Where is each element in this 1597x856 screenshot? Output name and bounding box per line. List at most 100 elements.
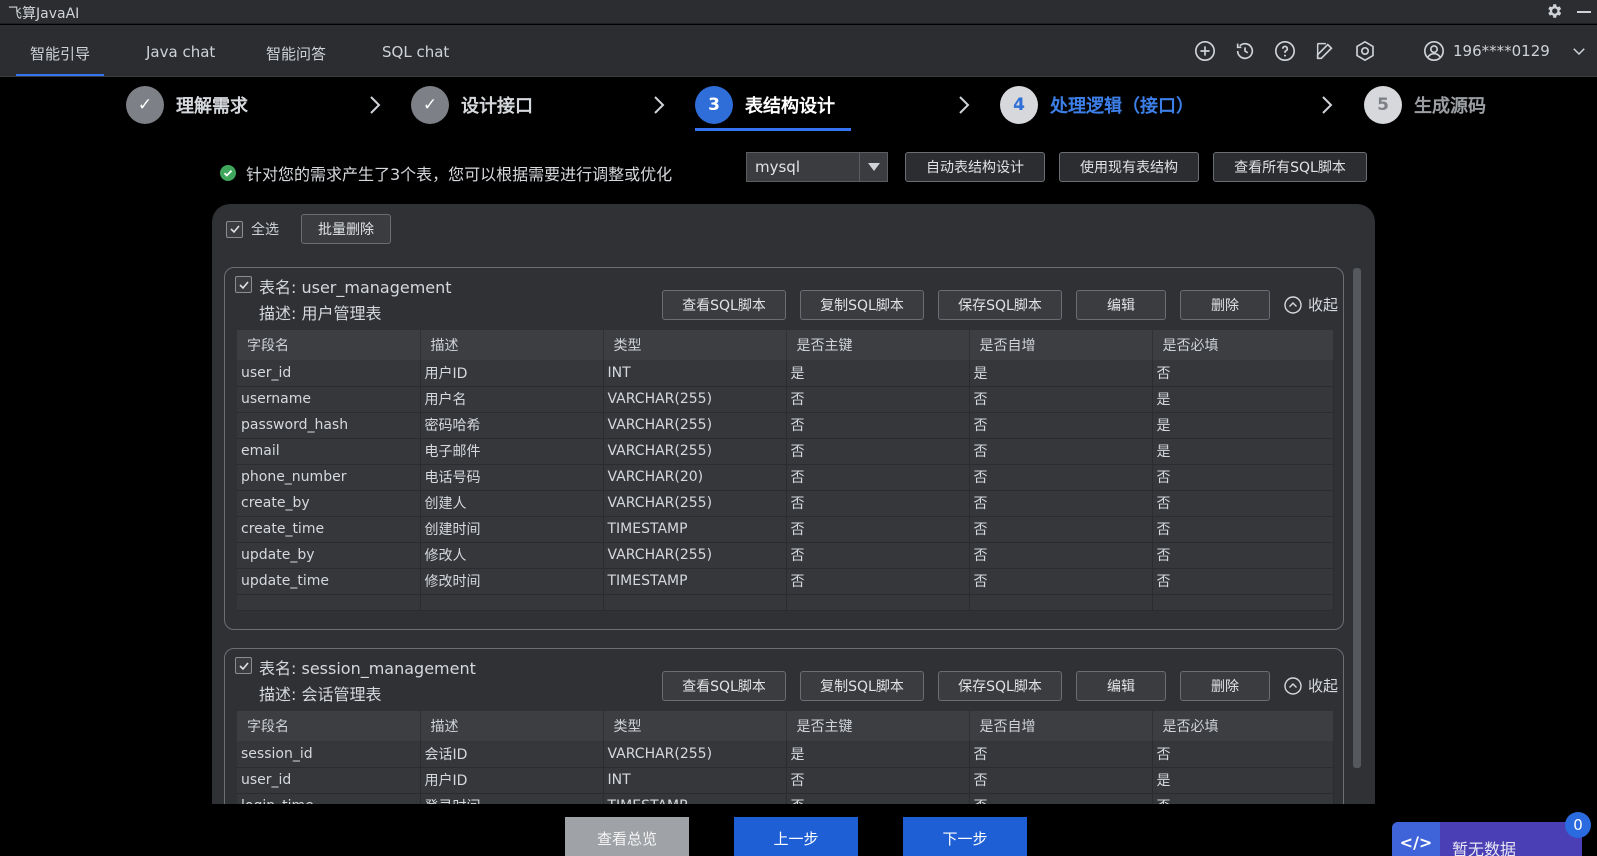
table-cell: 否 — [786, 438, 970, 465]
copy-sql-button[interactable]: 复制SQL脚本 — [800, 671, 924, 701]
table-card: 表名: user_management 描述: 用户管理表 查看SQL脚本 复制… — [224, 267, 1344, 630]
table-cell: VARCHAR(20) — [603, 464, 787, 491]
column-header: 字段名 — [237, 711, 421, 741]
db-type-select[interactable]: mysql — [746, 152, 888, 182]
chevron-up-circle-icon — [1284, 676, 1302, 695]
fields-table-body: user_id 用户ID INT 是是否 username 用户名 VARCHAR(255)… — [237, 360, 1334, 611]
chevron-right-icon — [654, 96, 665, 114]
table-cell: phone_number — [237, 464, 421, 491]
table-row[interactable]: create_time 创建时间 TIMESTAMP 否否否 — [237, 516, 1334, 543]
tab-sql-chat[interactable]: SQL chat — [382, 43, 449, 61]
table-cell — [420, 594, 604, 611]
tab-smart-guide[interactable]: 智能引导 — [15, 43, 105, 76]
save-sql-button[interactable]: 保存SQL脚本 — [938, 671, 1062, 701]
table-cell: VARCHAR(255) — [603, 490, 787, 517]
step-5[interactable]: 5 生成源码 — [1364, 85, 1486, 125]
help-icon[interactable] — [1274, 40, 1296, 62]
user-phone: 196****0129 — [1453, 42, 1550, 60]
collapse-toggle[interactable]: 收起 — [1284, 294, 1338, 315]
settings-icon[interactable] — [1354, 40, 1376, 62]
previous-step-button[interactable]: 上一步 — [734, 817, 858, 856]
edit-button[interactable]: 编辑 — [1076, 671, 1166, 701]
copy-sql-button[interactable]: 复制SQL脚本 — [800, 290, 924, 320]
delete-button[interactable]: 删除 — [1180, 671, 1270, 701]
fields-table: 字段名 描述 类型 是否主键 是否自增 是否必填 user_id 用户ID INT 是… — [237, 330, 1334, 611]
table-cell: 否 — [1152, 490, 1334, 517]
auto-design-button[interactable]: 自动表结构设计 — [905, 152, 1045, 182]
active-step-underline — [695, 128, 851, 131]
table-row[interactable]: password_hash 密码哈希 VARCHAR(255) 否否是 — [237, 412, 1334, 439]
collapse-label: 收起 — [1308, 296, 1339, 314]
table-description: 描述: 用户管理表 — [259, 304, 382, 323]
select-all-checkbox[interactable] — [226, 220, 243, 238]
edit-button[interactable]: 编辑 — [1076, 290, 1166, 320]
table-row[interactable]: username 用户名 VARCHAR(255) 否否是 — [237, 386, 1334, 413]
table-cell: create_by — [237, 490, 421, 517]
minimize-icon[interactable] — [1577, 11, 1591, 13]
table-cell: 是 — [1152, 438, 1334, 465]
tab-smart-qa[interactable]: 智能问答 — [266, 43, 326, 64]
chevron-up-circle-icon — [1284, 295, 1302, 314]
step-4[interactable]: 4 处理逻辑（接口） — [1000, 85, 1194, 125]
step-1-badge: ✓ — [126, 86, 164, 124]
table-row[interactable]: phone_number 电话号码 VARCHAR(20) 否否否 — [237, 464, 1334, 491]
history-icon[interactable] — [1234, 40, 1256, 62]
table-row[interactable]: update_by 修改人 VARCHAR(255) 否否否 — [237, 542, 1334, 569]
info-message-row: 针对您的需求产生了3个表，您可以根据需要进行调整或优化 — [220, 160, 672, 186]
chevron-right-icon — [959, 96, 970, 114]
notification-badge: 0 — [1565, 812, 1591, 838]
step-2[interactable]: ✓ 设计接口 — [411, 85, 533, 125]
step-1[interactable]: ✓ 理解需求 — [126, 85, 248, 125]
table-row[interactable]: email 电子邮件 VARCHAR(255) 否否是 — [237, 438, 1334, 465]
table-checkbox[interactable] — [235, 276, 252, 293]
app-window: 飞算JavaAI 智能引导 Java chat 智能问答 SQL chat 19… — [0, 0, 1597, 856]
use-existing-button[interactable]: 使用现有表结构 — [1059, 152, 1199, 182]
step-3[interactable]: 3 表结构设计 — [695, 85, 835, 125]
dropdown-caret-icon — [859, 153, 887, 181]
table-cell: session_id — [237, 741, 421, 768]
view-sql-button[interactable]: 查看SQL脚本 — [662, 671, 786, 701]
table-name: 表名: session_management — [259, 659, 476, 678]
user-menu[interactable]: 196****0129 — [1423, 40, 1588, 62]
table-row[interactable]: session_id 会话ID VARCHAR(255) 是否否 — [237, 741, 1334, 768]
table-header-row: 字段名 描述 类型 是否主键 是否自增 是否必填 — [237, 711, 1334, 741]
table-checkbox[interactable] — [235, 657, 252, 674]
next-step-button[interactable]: 下一步 — [903, 817, 1027, 856]
table-row[interactable]: update_time 修改时间 TIMESTAMP 否否否 — [237, 568, 1334, 595]
table-row[interactable]: user_id 用户ID INT 否否是 — [237, 767, 1334, 794]
add-icon[interactable] — [1194, 40, 1216, 62]
edit-icon[interactable] — [1314, 40, 1336, 62]
vertical-scrollbar[interactable] — [1353, 268, 1361, 768]
table-cell: INT — [603, 360, 787, 387]
delete-button[interactable]: 删除 — [1180, 290, 1270, 320]
user-icon — [1424, 41, 1444, 61]
table-cell: user_id — [237, 767, 421, 794]
table-cell: 创建人 — [420, 490, 604, 517]
chevron-right-icon — [1322, 96, 1333, 114]
table-cell — [1152, 594, 1334, 611]
view-overview-button[interactable]: 查看总览 — [565, 817, 689, 856]
batch-delete-button[interactable]: 批量删除 — [301, 214, 391, 244]
table-cell: update_by — [237, 542, 421, 569]
step-5-badge: 5 — [1364, 86, 1402, 124]
save-sql-button[interactable]: 保存SQL脚本 — [938, 290, 1062, 320]
table-cell: 是 — [786, 360, 970, 387]
collapse-toggle[interactable]: 收起 — [1284, 675, 1338, 696]
step-2-badge: ✓ — [411, 86, 449, 124]
table-row[interactable]: user_id 用户ID INT 是是否 — [237, 360, 1334, 387]
step-1-label: 理解需求 — [176, 96, 248, 117]
tab-java-chat[interactable]: Java chat — [146, 43, 215, 61]
table-cell: 否 — [1152, 568, 1334, 595]
table-row[interactable]: login_time登录时间TIMESTAMP否否否 — [237, 793, 1334, 804]
fields-table-body: session_id 会话ID VARCHAR(255) 是否否 user_id 用户ID… — [237, 741, 1334, 804]
info-message: 针对您的需求产生了3个表，您可以根据需要进行调整或优化 — [246, 165, 673, 184]
table-cell: 否 — [969, 793, 1153, 804]
gear-icon[interactable] — [1545, 2, 1563, 20]
floating-assistant[interactable]: </> 暂无数据 — [1392, 822, 1582, 856]
table-cell: INT — [603, 767, 787, 794]
view-all-sql-button[interactable]: 查看所有SQL脚本 — [1213, 152, 1367, 182]
step-3-label: 表结构设计 — [745, 96, 835, 117]
view-sql-button[interactable]: 查看SQL脚本 — [662, 290, 786, 320]
table-cell: create_time — [237, 516, 421, 543]
table-row[interactable]: create_by 创建人 VARCHAR(255) 否否否 — [237, 490, 1334, 517]
